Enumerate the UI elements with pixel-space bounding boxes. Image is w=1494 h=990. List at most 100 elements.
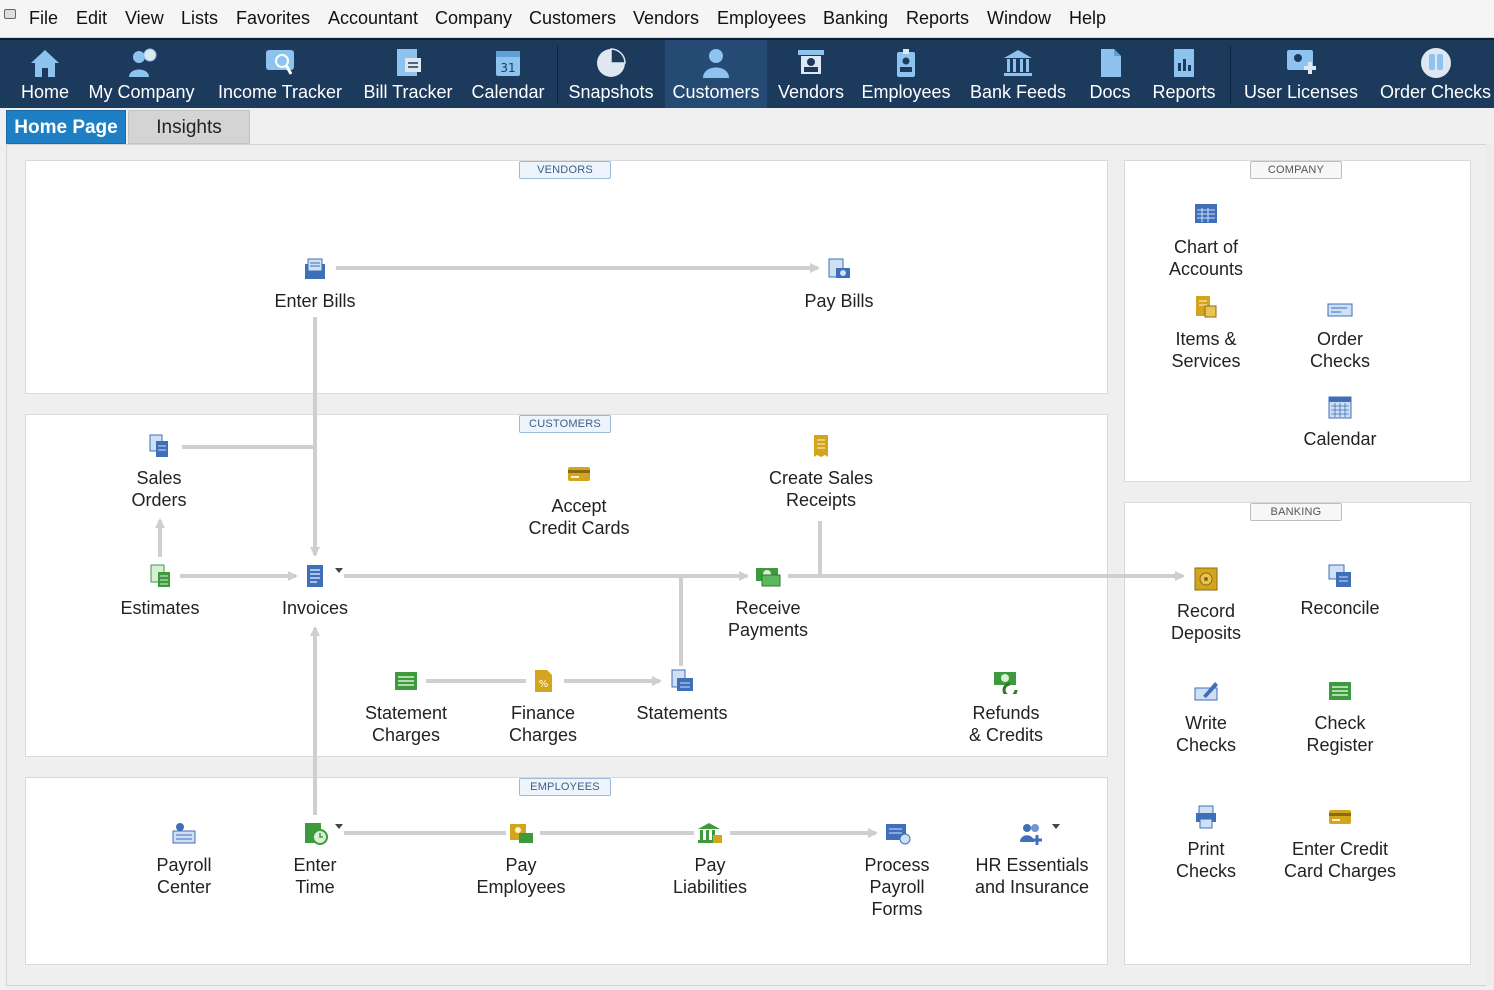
enter-bills-icon bbox=[305, 258, 325, 279]
banking-section-tag: BANKING bbox=[1250, 503, 1342, 521]
record-deposits-icon bbox=[1194, 567, 1218, 591]
house-icon bbox=[31, 50, 59, 77]
receive-payments-button[interactable]: Receive Payments bbox=[708, 563, 828, 641]
toolbar-docs-button[interactable]: Docs bbox=[1083, 40, 1137, 108]
icon-toolbar: Home My Company Income Tracker Bill Trac… bbox=[0, 38, 1494, 108]
invoices-button[interactable]: Invoices bbox=[260, 563, 370, 619]
menu-file[interactable]: File bbox=[29, 8, 58, 29]
menu-employees[interactable]: Employees bbox=[717, 8, 806, 29]
menu-favorites[interactable]: Favorites bbox=[236, 8, 310, 29]
vendor-icon bbox=[798, 50, 824, 74]
bank-icon bbox=[1004, 50, 1032, 76]
reconcile-button[interactable]: Reconcile bbox=[1280, 563, 1400, 619]
menu-accountant[interactable]: Accountant bbox=[328, 8, 418, 29]
menu-view[interactable]: View bbox=[125, 8, 164, 29]
order-checks-button[interactable]: Order Checks bbox=[1280, 300, 1400, 372]
credit-card-icon bbox=[568, 467, 590, 481]
employees-section-tag: EMPLOYEES bbox=[519, 778, 611, 796]
tab-insights[interactable]: Insights bbox=[128, 110, 250, 144]
enter-time-icon bbox=[305, 823, 328, 845]
toolbar-bill-tracker-button[interactable]: Bill Tracker bbox=[358, 40, 458, 108]
system-menu-icon[interactable] bbox=[4, 9, 16, 19]
report-icon bbox=[1174, 49, 1194, 77]
menu-window[interactable]: Window bbox=[987, 8, 1051, 29]
tab-home-page[interactable]: Home Page bbox=[6, 110, 126, 144]
menu-reports[interactable]: Reports bbox=[906, 8, 969, 29]
toolbar-reports-button[interactable]: Reports bbox=[1146, 40, 1222, 108]
accept-credit-cards-button[interactable]: Accept Credit Cards bbox=[509, 461, 649, 539]
payroll-center-icon bbox=[172, 823, 196, 844]
toolbar-separator bbox=[557, 46, 558, 104]
toolbar-separator bbox=[1230, 46, 1231, 104]
vendors-section-tag: VENDORS bbox=[519, 161, 611, 179]
toolbar-employees-button[interactable]: Employees bbox=[857, 40, 955, 108]
process-payroll-forms-button[interactable]: Process Payroll Forms bbox=[837, 820, 957, 920]
write-checks-icon bbox=[1194, 682, 1218, 701]
sales-orders-button[interactable]: Sales Orders bbox=[104, 433, 214, 511]
statements-button[interactable]: Statements bbox=[622, 668, 742, 724]
pay-bills-button[interactable]: Pay Bills bbox=[779, 256, 899, 312]
sales-orders-icon bbox=[149, 434, 168, 457]
create-sales-receipts-button[interactable]: Create Sales Receipts bbox=[751, 433, 891, 511]
vertical-scrollbar[interactable] bbox=[1486, 144, 1494, 986]
company-section-tag: COMPANY bbox=[1250, 161, 1342, 179]
svg-text:%: % bbox=[539, 679, 549, 690]
pay-employees-button[interactable]: Pay Employees bbox=[461, 820, 581, 898]
toolbar-bank-feeds-button[interactable]: Bank Feeds bbox=[963, 40, 1073, 108]
record-deposits-button[interactable]: Record Deposits bbox=[1146, 566, 1266, 644]
menu-lists[interactable]: Lists bbox=[181, 8, 218, 29]
menu-customers[interactable]: Customers bbox=[529, 8, 616, 29]
enter-time-dropdown-icon[interactable] bbox=[335, 824, 343, 829]
statement-charges-button[interactable]: Statement Charges bbox=[346, 668, 466, 746]
sales-receipt-icon bbox=[814, 435, 828, 457]
enter-bills-button[interactable]: Enter Bills bbox=[255, 256, 375, 312]
refunds-credits-button[interactable]: Refunds & Credits bbox=[946, 668, 1066, 746]
estimates-button[interactable]: Estimates bbox=[104, 563, 216, 619]
hr-essentials-button[interactable]: HR Essentials and Insurance bbox=[967, 820, 1097, 898]
company-calendar-button[interactable]: Calendar bbox=[1280, 394, 1400, 450]
menu-help[interactable]: Help bbox=[1069, 8, 1106, 29]
hr-essentials-icon bbox=[1020, 824, 1042, 845]
pay-liabilities-icon bbox=[698, 823, 722, 843]
invoices-dropdown-icon[interactable] bbox=[335, 568, 343, 573]
invoices-icon bbox=[307, 565, 323, 587]
toolbar-income-tracker-button[interactable]: Income Tracker bbox=[212, 40, 348, 108]
pay-bills-icon bbox=[828, 258, 850, 278]
enter-credit-card-charges-button[interactable]: Enter Credit Card Charges bbox=[1270, 804, 1410, 882]
toolbar-home-button[interactable]: Home bbox=[10, 40, 80, 108]
menu-banking[interactable]: Banking bbox=[823, 8, 888, 29]
toolbar-snapshots-button[interactable]: Snapshots bbox=[562, 40, 660, 108]
receive-payments-icon bbox=[756, 568, 781, 587]
reconcile-icon bbox=[1328, 564, 1351, 587]
menu-company[interactable]: Company bbox=[435, 8, 512, 29]
toolbar-vendors-button[interactable]: Vendors bbox=[772, 40, 850, 108]
check-register-button[interactable]: Check Register bbox=[1280, 678, 1400, 756]
print-checks-button[interactable]: Print Checks bbox=[1146, 804, 1266, 882]
pay-liabilities-button[interactable]: Pay Liabilities bbox=[650, 820, 770, 898]
toolbar-customers-button[interactable]: Customers bbox=[665, 40, 767, 108]
statement-charges-icon bbox=[395, 672, 417, 690]
finance-charges-button[interactable]: % Finance Charges bbox=[488, 668, 598, 746]
menu-edit[interactable]: Edit bbox=[76, 8, 107, 29]
toolbar-my-company-button[interactable]: My Company bbox=[84, 40, 199, 108]
payroll-center-button[interactable]: Payroll Center bbox=[129, 820, 239, 898]
svg-text:31: 31 bbox=[500, 61, 515, 75]
items-services-button[interactable]: Items & Services bbox=[1146, 294, 1266, 372]
toolbar-order-checks-button[interactable]: Order Checks bbox=[1377, 40, 1494, 108]
order-checks-icon bbox=[1420, 48, 1451, 78]
write-checks-button[interactable]: Write Checks bbox=[1146, 678, 1266, 756]
calendar-icon bbox=[1328, 396, 1352, 419]
toolbar-calendar-button[interactable]: 31 Calendar bbox=[466, 40, 550, 108]
refunds-credits-icon bbox=[994, 672, 1018, 694]
chart-of-accounts-button[interactable]: Chart of Accounts bbox=[1146, 202, 1266, 280]
employee-badge-icon bbox=[897, 49, 915, 77]
customers-section-tag: CUSTOMERS bbox=[519, 415, 611, 433]
toolbar-user-licenses-button[interactable]: User Licenses bbox=[1236, 40, 1366, 108]
finance-charges-icon: % bbox=[535, 670, 552, 692]
hr-essentials-dropdown-icon[interactable] bbox=[1052, 824, 1060, 829]
enter-time-button[interactable]: Enter Time bbox=[270, 820, 360, 898]
menu-vendors[interactable]: Vendors bbox=[633, 8, 699, 29]
user-licenses-icon bbox=[1287, 50, 1316, 74]
menu-bar: File Edit View Lists Favorites Accountan… bbox=[0, 0, 1494, 38]
payroll-forms-icon bbox=[886, 824, 911, 845]
